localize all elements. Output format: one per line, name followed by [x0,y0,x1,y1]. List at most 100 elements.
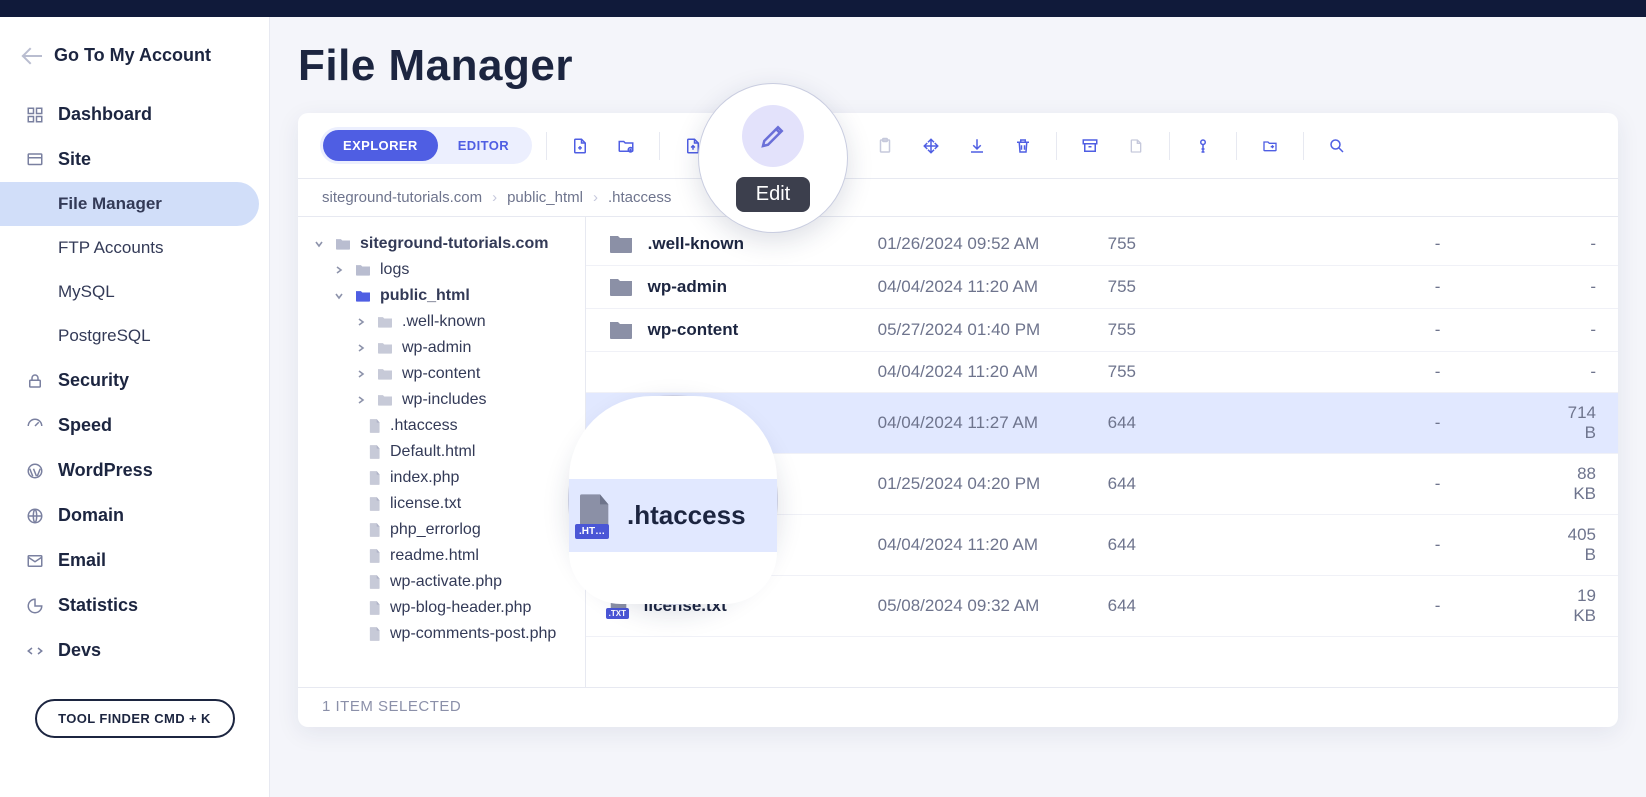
delete-button[interactable] [1004,131,1042,161]
lock-icon [24,372,46,390]
file-row[interactable]: wp-content 05/27/2024 01:40 PM 755 - - [586,309,1618,352]
file-row[interactable]: wp-admin 04/04/2024 11:20 AM 755 - - [586,266,1618,309]
tree-folder[interactable]: wp-includes [312,387,577,413]
nav-site-postgres[interactable]: PostgreSQL [0,314,259,358]
search-button[interactable] [1318,131,1356,161]
separator [1236,132,1237,160]
tree-file[interactable]: wp-blog-header.php [312,595,577,621]
nav-label: Statistics [58,595,138,616]
grid-icon [24,106,46,124]
file-row[interactable]: 04/04/2024 11:20 AM 755 - - [586,352,1618,393]
file-ext-tag: .HT… [575,524,609,539]
nav-label: Email [58,550,106,571]
stats-icon [24,597,46,615]
nav-sub-label: PostgreSQL [58,326,151,346]
new-folder-button[interactable] [607,131,645,161]
go-to-account-label: Go To My Account [54,45,211,66]
tree-file[interactable]: wp-comments-post.php [312,621,577,647]
separator [1169,132,1170,160]
nav-speed[interactable]: Speed [0,403,259,448]
permissions-button[interactable] [1184,131,1222,161]
nav-dashboard[interactable]: Dashboard [0,92,259,137]
nav-wordpress[interactable]: WordPress [0,448,259,493]
chevron-right-icon: › [593,189,598,206]
zoom-file-callout: .HT… .htaccess [568,395,778,605]
tree-folder[interactable]: logs [312,257,577,283]
new-file-button[interactable] [561,131,599,161]
tree-root[interactable]: siteground-tutorials.com [312,231,577,257]
download-button[interactable] [958,131,996,161]
extract-button[interactable] [1117,131,1155,161]
chevron-right-icon: › [492,189,497,206]
mail-icon [24,552,46,570]
tab-explorer[interactable]: EXPLORER [323,130,438,161]
nav-label: Domain [58,505,124,526]
nav-sub-label: FTP Accounts [58,238,164,258]
separator [1056,132,1057,160]
nav-domain[interactable]: Domain [0,493,259,538]
move-button[interactable] [912,131,950,161]
nav-label: Speed [58,415,112,436]
main-nav: Dashboard Site File Manager FTP Accounts… [0,86,269,679]
tree-folder[interactable]: .well-known [312,309,577,335]
tab-editor[interactable]: EDITOR [438,130,529,161]
nav-site[interactable]: Site [0,137,259,182]
nav-sub-label: File Manager [58,194,162,214]
tree-file[interactable]: license.txt [312,491,577,517]
go-to-account-link[interactable]: Go To My Account [0,35,269,86]
nav-site-ftp[interactable]: FTP Accounts [0,226,259,270]
file-manager-panel: EXPLORER EDITOR [298,113,1618,727]
wordpress-icon [24,462,46,480]
nav-label: WordPress [58,460,153,481]
nav-label: Site [58,149,91,170]
tree-file[interactable]: php_errorlog [312,517,577,543]
speed-icon [24,417,46,435]
view-tabs: EXPLORER EDITOR [320,127,532,164]
sidebar: Go To My Account Dashboard Site File Man… [0,17,270,797]
selection-count: 1 ITEM SELECTED [322,698,461,715]
toolbar: EXPLORER EDITOR [298,113,1618,179]
nav-email[interactable]: Email [0,538,259,583]
globe-icon [24,507,46,525]
tree-file[interactable]: readme.html [312,543,577,569]
crumb[interactable]: siteground-tutorials.com [322,189,482,206]
site-icon [24,151,46,169]
tree-file[interactable]: .htaccess [312,413,577,439]
nav-site-file-manager[interactable]: File Manager [0,182,259,226]
crumb[interactable]: .htaccess [608,189,671,206]
nav-devs[interactable]: Devs [0,628,259,673]
nav-site-mysql[interactable]: MySQL [0,270,259,314]
edit-tooltip: Edit [736,177,810,212]
folder-open-button[interactable] [1251,131,1289,161]
nav-sub-label: MySQL [58,282,115,302]
code-icon [24,642,46,660]
nav-label: Devs [58,640,101,661]
top-header-bar [0,0,1646,17]
edit-button[interactable] [742,105,804,167]
tree-folder-open[interactable]: public_html [312,283,577,309]
tree-file[interactable]: Default.html [312,439,577,465]
zoom-edit-callout: Edit [698,83,848,233]
main-content: File Manager EXPLORER EDITOR [270,17,1646,797]
tree-file[interactable]: wp-activate.php [312,569,577,595]
file-row[interactable]: .well-known 01/26/2024 09:52 AM 755 - - [586,223,1618,266]
tree-folder[interactable]: wp-admin [312,335,577,361]
page-title: File Manager [298,41,1618,91]
paste-button[interactable] [866,131,904,161]
tool-finder-button[interactable]: TOOL FINDER CMD + K [35,699,235,738]
nav-label: Security [58,370,129,391]
crumb[interactable]: public_html [507,189,583,206]
separator [546,132,547,160]
separator [1303,132,1304,160]
nav-label: Dashboard [58,104,152,125]
archive-button[interactable] [1071,131,1109,161]
file-icon: .HT… [575,491,615,541]
arrow-left-icon [24,50,44,62]
nav-security[interactable]: Security [0,358,259,403]
zoom-file-name: .htaccess [627,500,746,531]
tree-file[interactable]: index.php [312,465,577,491]
separator [659,132,660,160]
folder-tree: siteground-tutorials.comlogspublic_html.… [298,217,586,687]
tree-folder[interactable]: wp-content [312,361,577,387]
nav-statistics[interactable]: Statistics [0,583,259,628]
